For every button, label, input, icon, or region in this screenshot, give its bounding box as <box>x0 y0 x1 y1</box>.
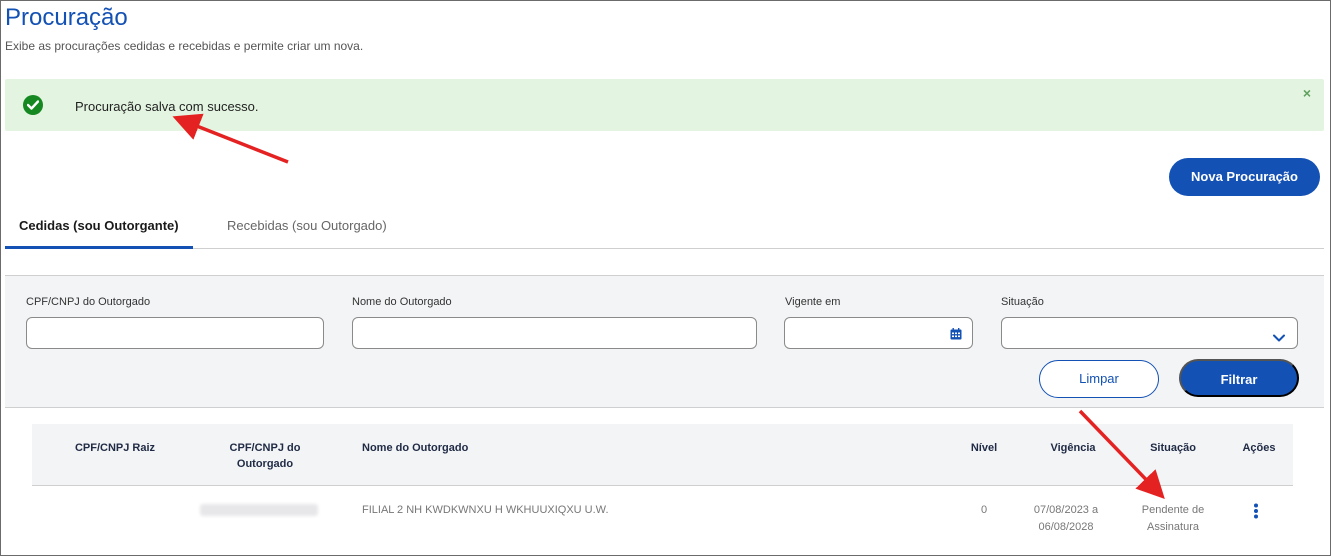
page-title: Procuração <box>5 4 128 31</box>
success-alert: Procuração salva com sucesso. × <box>5 79 1324 131</box>
col-acoes: Ações <box>1242 442 1276 454</box>
row-situacao: Pendente de Assinatura <box>1141 504 1205 533</box>
tab-recebidas[interactable]: Recebidas (sou Outorgado) <box>227 218 387 233</box>
row-vigencia: 07/08/2023 a 06/08/2028 <box>1033 504 1099 533</box>
nome-outorgado-label: Nome do Outorgado <box>352 296 452 308</box>
nova-procuracao-button[interactable]: Nova Procuração <box>1169 158 1320 196</box>
limpar-button[interactable]: Limpar <box>1039 360 1159 398</box>
vigente-em-label: Vigente em <box>785 296 841 308</box>
vigente-em-input[interactable] <box>784 317 973 349</box>
active-tab-indicator <box>5 246 193 249</box>
tabs-bar: Cedidas (sou Outorgante) Recebidas (sou … <box>5 205 1324 249</box>
alert-message: Procuração salva com sucesso. <box>75 99 259 114</box>
situacao-select[interactable] <box>1001 317 1298 349</box>
col-nivel: Nível <box>970 442 998 454</box>
nome-outorgado-input[interactable] <box>352 317 757 349</box>
cpf-cnpj-outorgado-input[interactable] <box>26 317 324 349</box>
calendar-icon[interactable] <box>950 327 962 345</box>
row-nivel: 0 <box>980 504 988 516</box>
filtrar-button[interactable]: Filtrar <box>1179 359 1299 397</box>
blurred-cpf-cnpj-outorgado <box>200 504 318 516</box>
row-nome-outorgado: FILIAL 2 NH KWDKWNXU H WKHUUXIQXU U.W. <box>362 504 609 516</box>
col-cpf-cnpj-raiz: CPF/CNPJ Raiz <box>74 442 156 454</box>
col-cpf-cnpj-outorgado: CPF/CNPJ do Outorgado <box>229 442 301 470</box>
cpf-cnpj-outorgado-label: CPF/CNPJ do Outorgado <box>26 296 151 308</box>
situacao-label: Situação <box>1001 296 1044 308</box>
tab-cedidas[interactable]: Cedidas (sou Outorgante) <box>19 218 179 233</box>
check-circle-icon <box>23 95 43 115</box>
col-nome-outorgado: Nome do Outorgado <box>362 442 469 454</box>
more-actions-icon[interactable] <box>1253 503 1259 524</box>
page-subtitle: Exibe as procurações cedidas e recebidas… <box>5 39 364 53</box>
col-situacao: Situação <box>1150 442 1196 454</box>
close-icon[interactable]: × <box>1303 85 1311 101</box>
chevron-down-icon[interactable] <box>1273 329 1285 347</box>
col-vigencia: Vigência <box>1050 442 1096 454</box>
